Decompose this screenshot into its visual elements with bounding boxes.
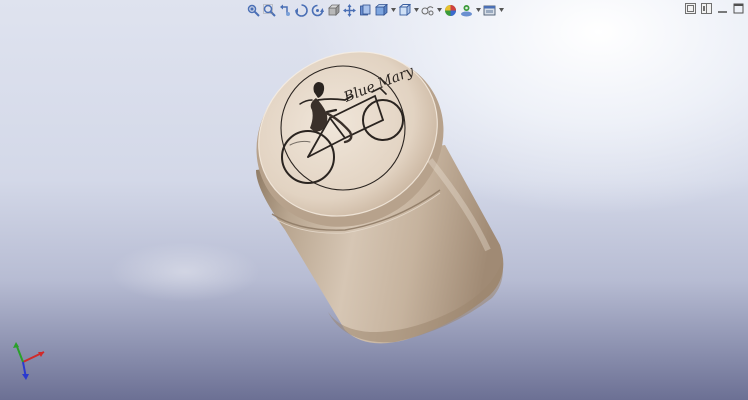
reference-triad[interactable] xyxy=(6,338,50,382)
floor-reflection xyxy=(110,242,260,302)
graphics-viewport[interactable]: Blue Mary xyxy=(0,0,748,400)
cylinder-model[interactable]: Blue Mary xyxy=(0,0,748,400)
